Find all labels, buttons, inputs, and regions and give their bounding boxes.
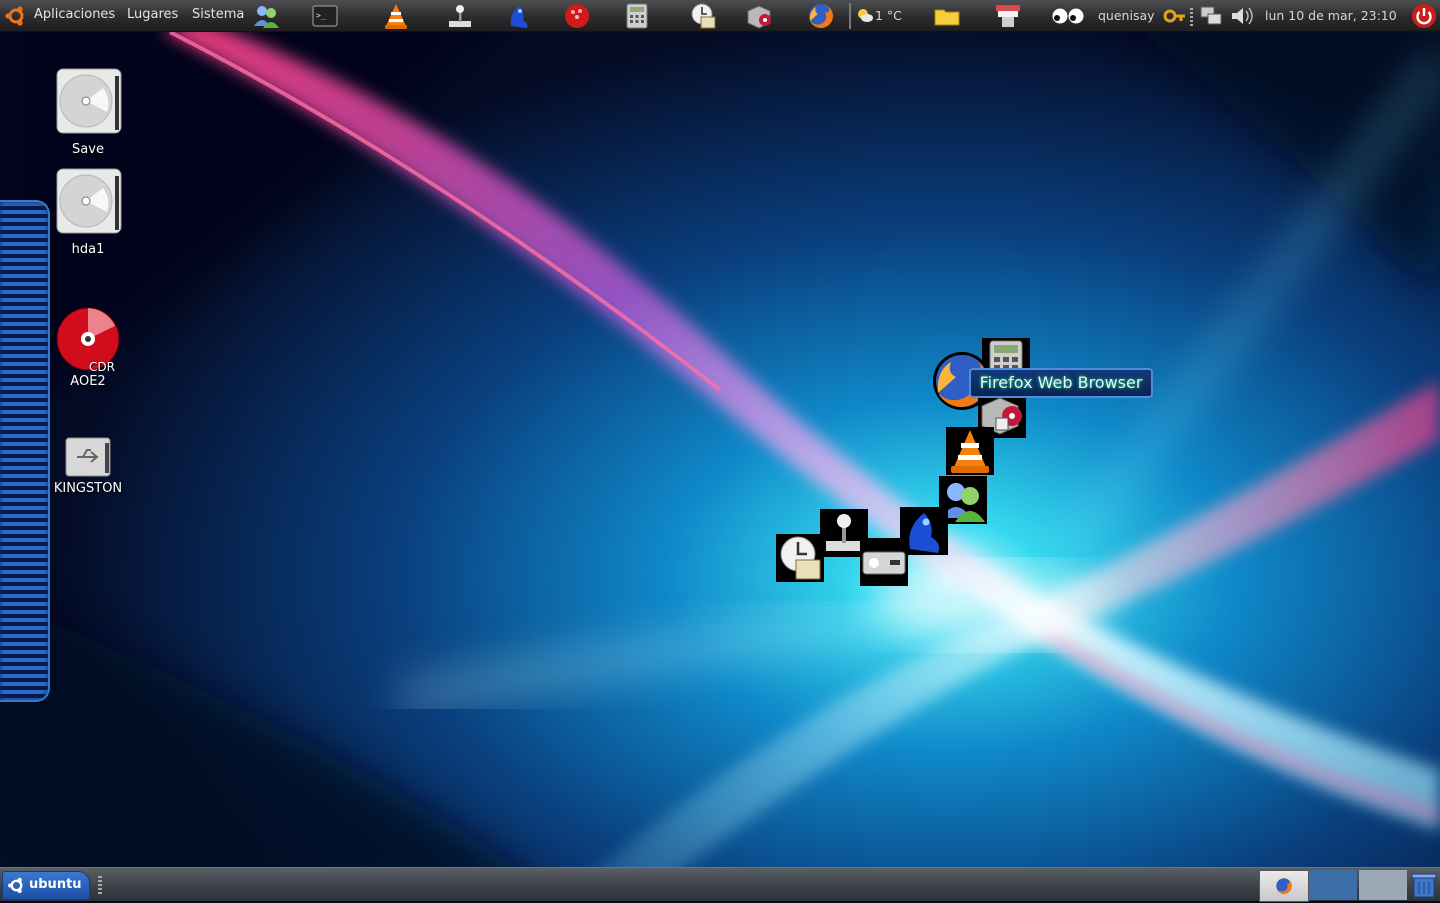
clock[interactable]: lun 10 de mar, 23:10 <box>1265 8 1397 23</box>
desktop-icon-save[interactable]: Save <box>43 66 133 157</box>
dock-tooltip: Firefox Web Browser <box>969 368 1153 398</box>
power-icon[interactable] <box>1410 2 1438 30</box>
cdr-disc-wrapper: CDR <box>51 306 125 374</box>
panel-separator <box>849 3 851 29</box>
hard-drive-icon <box>56 68 122 134</box>
dock-vlc-icon[interactable] <box>946 427 994 475</box>
desktop-icon-label: AOE2 <box>70 374 106 389</box>
username-label[interactable]: quenisay <box>1098 8 1155 23</box>
frog-icon[interactable] <box>505 2 533 30</box>
desktop-icon-aoe2[interactable]: CDR AOE2 <box>43 306 133 389</box>
ubuntu-logo-icon <box>8 877 23 894</box>
joystick-icon[interactable] <box>446 2 474 30</box>
workspace-3[interactable] <box>1359 870 1407 900</box>
keyring-icon[interactable] <box>1162 2 1186 30</box>
package-icon[interactable] <box>745 2 773 30</box>
panel-handle-icon <box>1189 2 1195 30</box>
weather-temperature[interactable]: 1 °C <box>875 8 902 23</box>
firefox-icon[interactable] <box>807 2 835 30</box>
weather-icon[interactable] <box>856 6 874 24</box>
workspace-1[interactable] <box>1259 870 1309 902</box>
desktop-icon-kingston[interactable]: KINGSTON <box>43 435 133 496</box>
desktop-icon-hda1[interactable]: hda1 <box>43 166 133 257</box>
calculator-icon[interactable] <box>623 2 651 30</box>
screen-shade-icon[interactable] <box>994 2 1022 30</box>
panel-grip[interactable] <box>98 876 102 894</box>
desktop-icon-label: Save <box>72 142 104 157</box>
desktop-icon-label: hda1 <box>71 242 105 257</box>
system-menu[interactable]: Sistema <box>192 7 244 25</box>
desktop-wallpaper <box>0 0 1440 900</box>
vlc-icon[interactable] <box>382 2 410 30</box>
usb-drive-icon <box>65 437 111 477</box>
eyes-icon[interactable] <box>1050 2 1086 30</box>
hard-drive-icon <box>56 168 122 234</box>
desktop-icon-label: KINGSTON <box>53 481 123 496</box>
dock-mail-clock-icon[interactable] <box>776 534 824 582</box>
svg-text:>_: >_ <box>316 11 326 20</box>
ubuntu-menu-button[interactable]: ubuntu <box>2 871 90 900</box>
network-icon[interactable] <box>1199 2 1223 30</box>
dock-drive-icon[interactable] <box>860 538 908 586</box>
ubuntu-logo-icon[interactable] <box>4 4 28 28</box>
places-menu[interactable]: Lugares <box>127 7 178 25</box>
firefox-icon <box>1276 878 1292 894</box>
bottom-panel: ubuntu <box>0 867 1440 903</box>
trash-icon[interactable] <box>1411 871 1437 903</box>
ubuntu-button-label: ubuntu <box>29 877 82 892</box>
workspace-2[interactable] <box>1309 870 1357 900</box>
red-ball-icon[interactable] <box>563 2 591 30</box>
top-panel: Aplicaciones Lugares Sistema >_ 1 °C que… <box>0 0 1440 32</box>
users-icon[interactable] <box>252 2 280 30</box>
volume-icon[interactable] <box>1228 2 1256 30</box>
mail-clock-icon[interactable] <box>689 2 717 30</box>
terminal-icon[interactable]: >_ <box>311 2 339 30</box>
applications-menu[interactable]: Aplicaciones <box>34 7 115 25</box>
folder-icon[interactable] <box>933 2 961 30</box>
cdr-overlay-label: CDR <box>89 360 115 374</box>
